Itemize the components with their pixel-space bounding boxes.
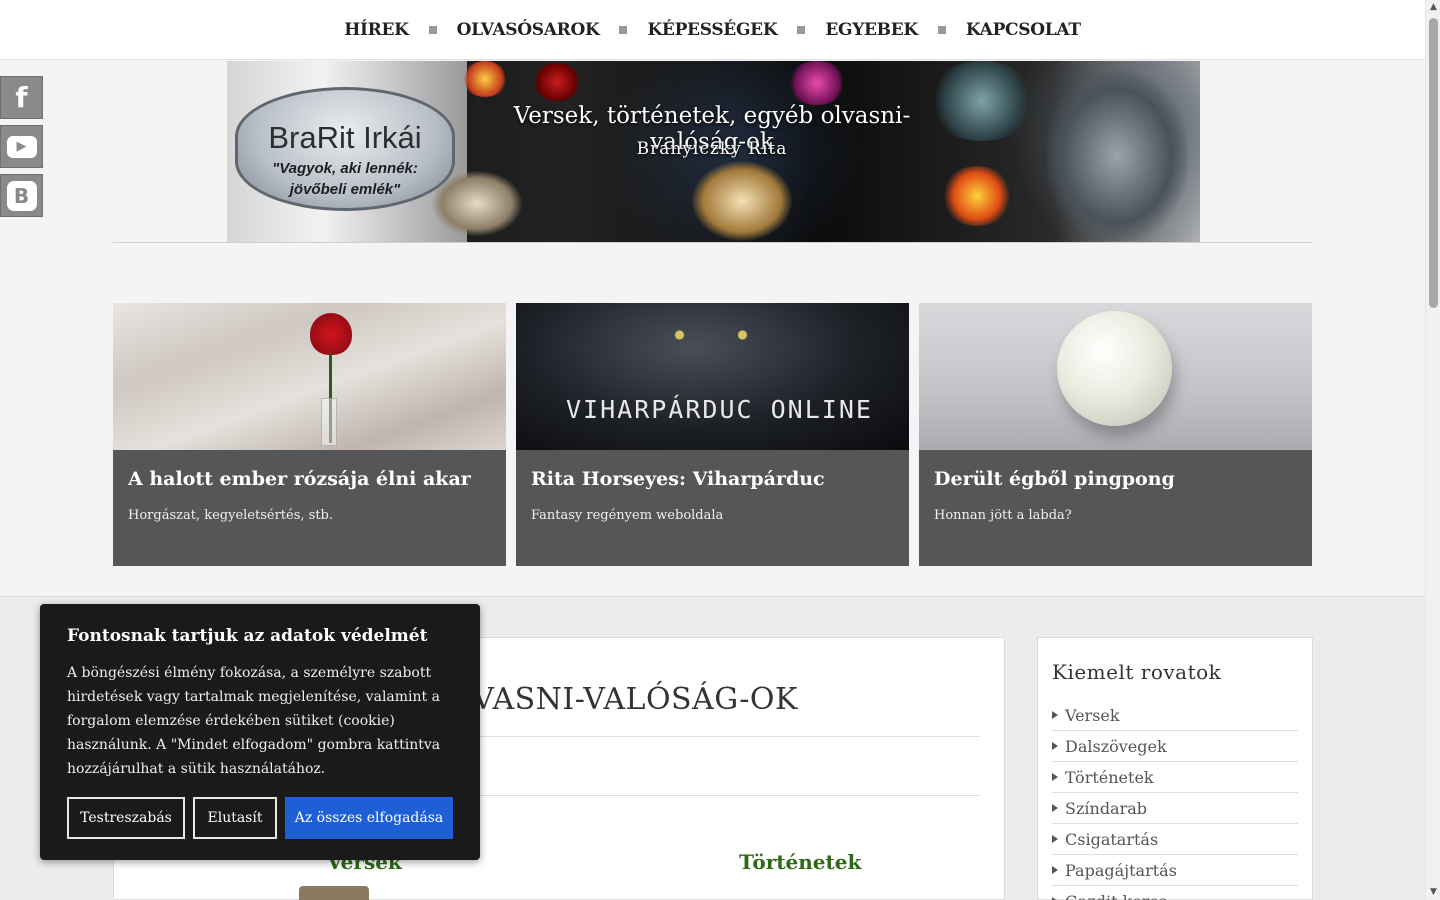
column-title-tortenetek[interactable]: Történetek bbox=[739, 850, 861, 874]
sidebar-item[interactable]: Versek bbox=[1052, 700, 1298, 731]
sun-image bbox=[462, 61, 508, 97]
featured-card-title[interactable]: Derült égből pingpong bbox=[934, 468, 1175, 490]
header-divider bbox=[113, 242, 1313, 243]
featured-card-excerpt: Honnan jött a labda? bbox=[934, 508, 1072, 523]
scroll-up-arrow-icon[interactable]: ▲ bbox=[1426, 0, 1440, 15]
site-author: Branyiczky Rita bbox=[636, 139, 788, 159]
sidebar-list: Versek Dalszövegek Történetek Színdarab … bbox=[1052, 700, 1298, 900]
pingpong-ball bbox=[1057, 311, 1172, 426]
triangle-right-icon bbox=[1052, 835, 1058, 843]
viharparduc-image: VIHARPÁRDUC ONLINE bbox=[516, 303, 909, 450]
dice-image bbox=[532, 63, 582, 101]
cookie-title: Fontosnak tartjuk az adatok védelmét bbox=[67, 626, 428, 646]
logo-title: BraRit Irkái bbox=[268, 120, 422, 155]
nav-item-egyebek[interactable]: EGYEBEK bbox=[825, 20, 918, 40]
nav-separator bbox=[428, 25, 437, 34]
logo-quote-line1: "Vagyok, aki lennék: bbox=[272, 160, 418, 177]
cookie-description: A böngészési élmény fokozása, a személyr… bbox=[67, 665, 441, 777]
nav-item-hirek[interactable]: HÍREK bbox=[344, 20, 409, 40]
planet-image bbox=[927, 61, 1037, 141]
triangle-right-icon bbox=[1052, 711, 1058, 719]
featured-card[interactable]: VIHARPÁRDUC ONLINE Rita Horseyes: Viharp… bbox=[516, 303, 909, 566]
logo-quote-line2: jövőbeli emlék" bbox=[289, 181, 401, 198]
banner-logo-plate: BraRit Irkái "Vagyok, aki lennék: jövőbe… bbox=[235, 87, 455, 211]
accept-all-button[interactable]: Az összes elfogadása bbox=[285, 797, 453, 839]
sidebar-item[interactable]: Színdarab bbox=[1052, 793, 1298, 824]
featured-card[interactable]: Derült égből pingpong Honnan jött a labd… bbox=[919, 303, 1312, 566]
featured-card[interactable]: A halott ember rózsája élni akar Horgász… bbox=[113, 303, 506, 566]
books-image bbox=[692, 161, 792, 241]
rose-vase bbox=[321, 398, 337, 446]
nav-item-olvasosarok[interactable]: OLVASÓSAROK bbox=[457, 20, 600, 40]
reject-button[interactable]: Elutasít bbox=[193, 797, 277, 839]
panther-eyes bbox=[666, 328, 756, 342]
sidebar-item[interactable]: Gazdit keres bbox=[1052, 886, 1298, 900]
rose-flower bbox=[310, 313, 352, 355]
triangle-right-icon bbox=[1052, 742, 1058, 750]
cookie-consent-dialog: Fontosnak tartjuk az adatok védelmét A b… bbox=[40, 604, 480, 860]
triangle-right-icon bbox=[1052, 804, 1058, 812]
triangle-right-icon bbox=[1052, 773, 1058, 781]
viharparduc-image-text: VIHARPÁRDUC ONLINE bbox=[566, 395, 873, 424]
nav-separator bbox=[937, 25, 946, 34]
nav-item-kapcsolat[interactable]: KAPCSOLAT bbox=[966, 20, 1081, 40]
featured-card-excerpt: Horgászat, kegyeletsértés, stb. bbox=[128, 508, 333, 523]
nav-separator bbox=[797, 25, 806, 34]
main-navigation: HÍREK OLVASÓSAROK KÉPESSÉGEK EGYEBEK KAP… bbox=[0, 0, 1425, 60]
book-image bbox=[299, 886, 369, 900]
customize-button[interactable]: Testreszabás bbox=[67, 797, 185, 839]
featured-card-title[interactable]: A halott ember rózsája élni akar bbox=[128, 468, 471, 490]
scrollbar-thumb[interactable] bbox=[1429, 18, 1438, 308]
nav-separator bbox=[619, 25, 628, 34]
triangle-right-icon bbox=[1052, 866, 1058, 874]
facebook-icon: f bbox=[15, 81, 28, 114]
sidebar-title: Kiemelt rovatok bbox=[1052, 660, 1222, 684]
sidebar-item[interactable]: Csigatartás bbox=[1052, 824, 1298, 855]
rose-image bbox=[113, 303, 506, 450]
sidebar-item[interactable]: Dalszövegek bbox=[1052, 731, 1298, 762]
skull-image bbox=[432, 171, 522, 236]
blogger-icon: B bbox=[6, 180, 37, 211]
featured-card-title[interactable]: Rita Horseyes: Viharpárduc bbox=[531, 468, 825, 490]
youtube-icon: ▶ bbox=[6, 135, 37, 158]
featured-card-excerpt: Fantasy regényem weboldala bbox=[531, 508, 724, 523]
sidebar-item[interactable]: Papagájtartás bbox=[1052, 855, 1298, 886]
pingpong-ball-image bbox=[919, 303, 1312, 450]
sidebar-featured-categories: Kiemelt rovatok Versek Dalszövegek Törté… bbox=[1037, 637, 1313, 900]
fire-image bbox=[942, 166, 1012, 226]
orchid-image bbox=[787, 61, 847, 105]
sidebar-item[interactable]: Történetek bbox=[1052, 762, 1298, 793]
page-scrollbar[interactable]: ▲ ▼ bbox=[1425, 0, 1440, 900]
facebook-button[interactable]: f bbox=[0, 76, 43, 119]
header-banner[interactable]: BraRit Irkái "Vagyok, aki lennék: jövőbe… bbox=[227, 61, 1200, 242]
nav-item-kepessegek[interactable]: KÉPESSÉGEK bbox=[647, 20, 777, 40]
gargoyle-image bbox=[1047, 71, 1187, 241]
youtube-button[interactable]: ▶ bbox=[0, 125, 43, 168]
scroll-down-arrow-icon[interactable]: ▼ bbox=[1426, 885, 1440, 900]
blogger-button[interactable]: B bbox=[0, 174, 43, 217]
